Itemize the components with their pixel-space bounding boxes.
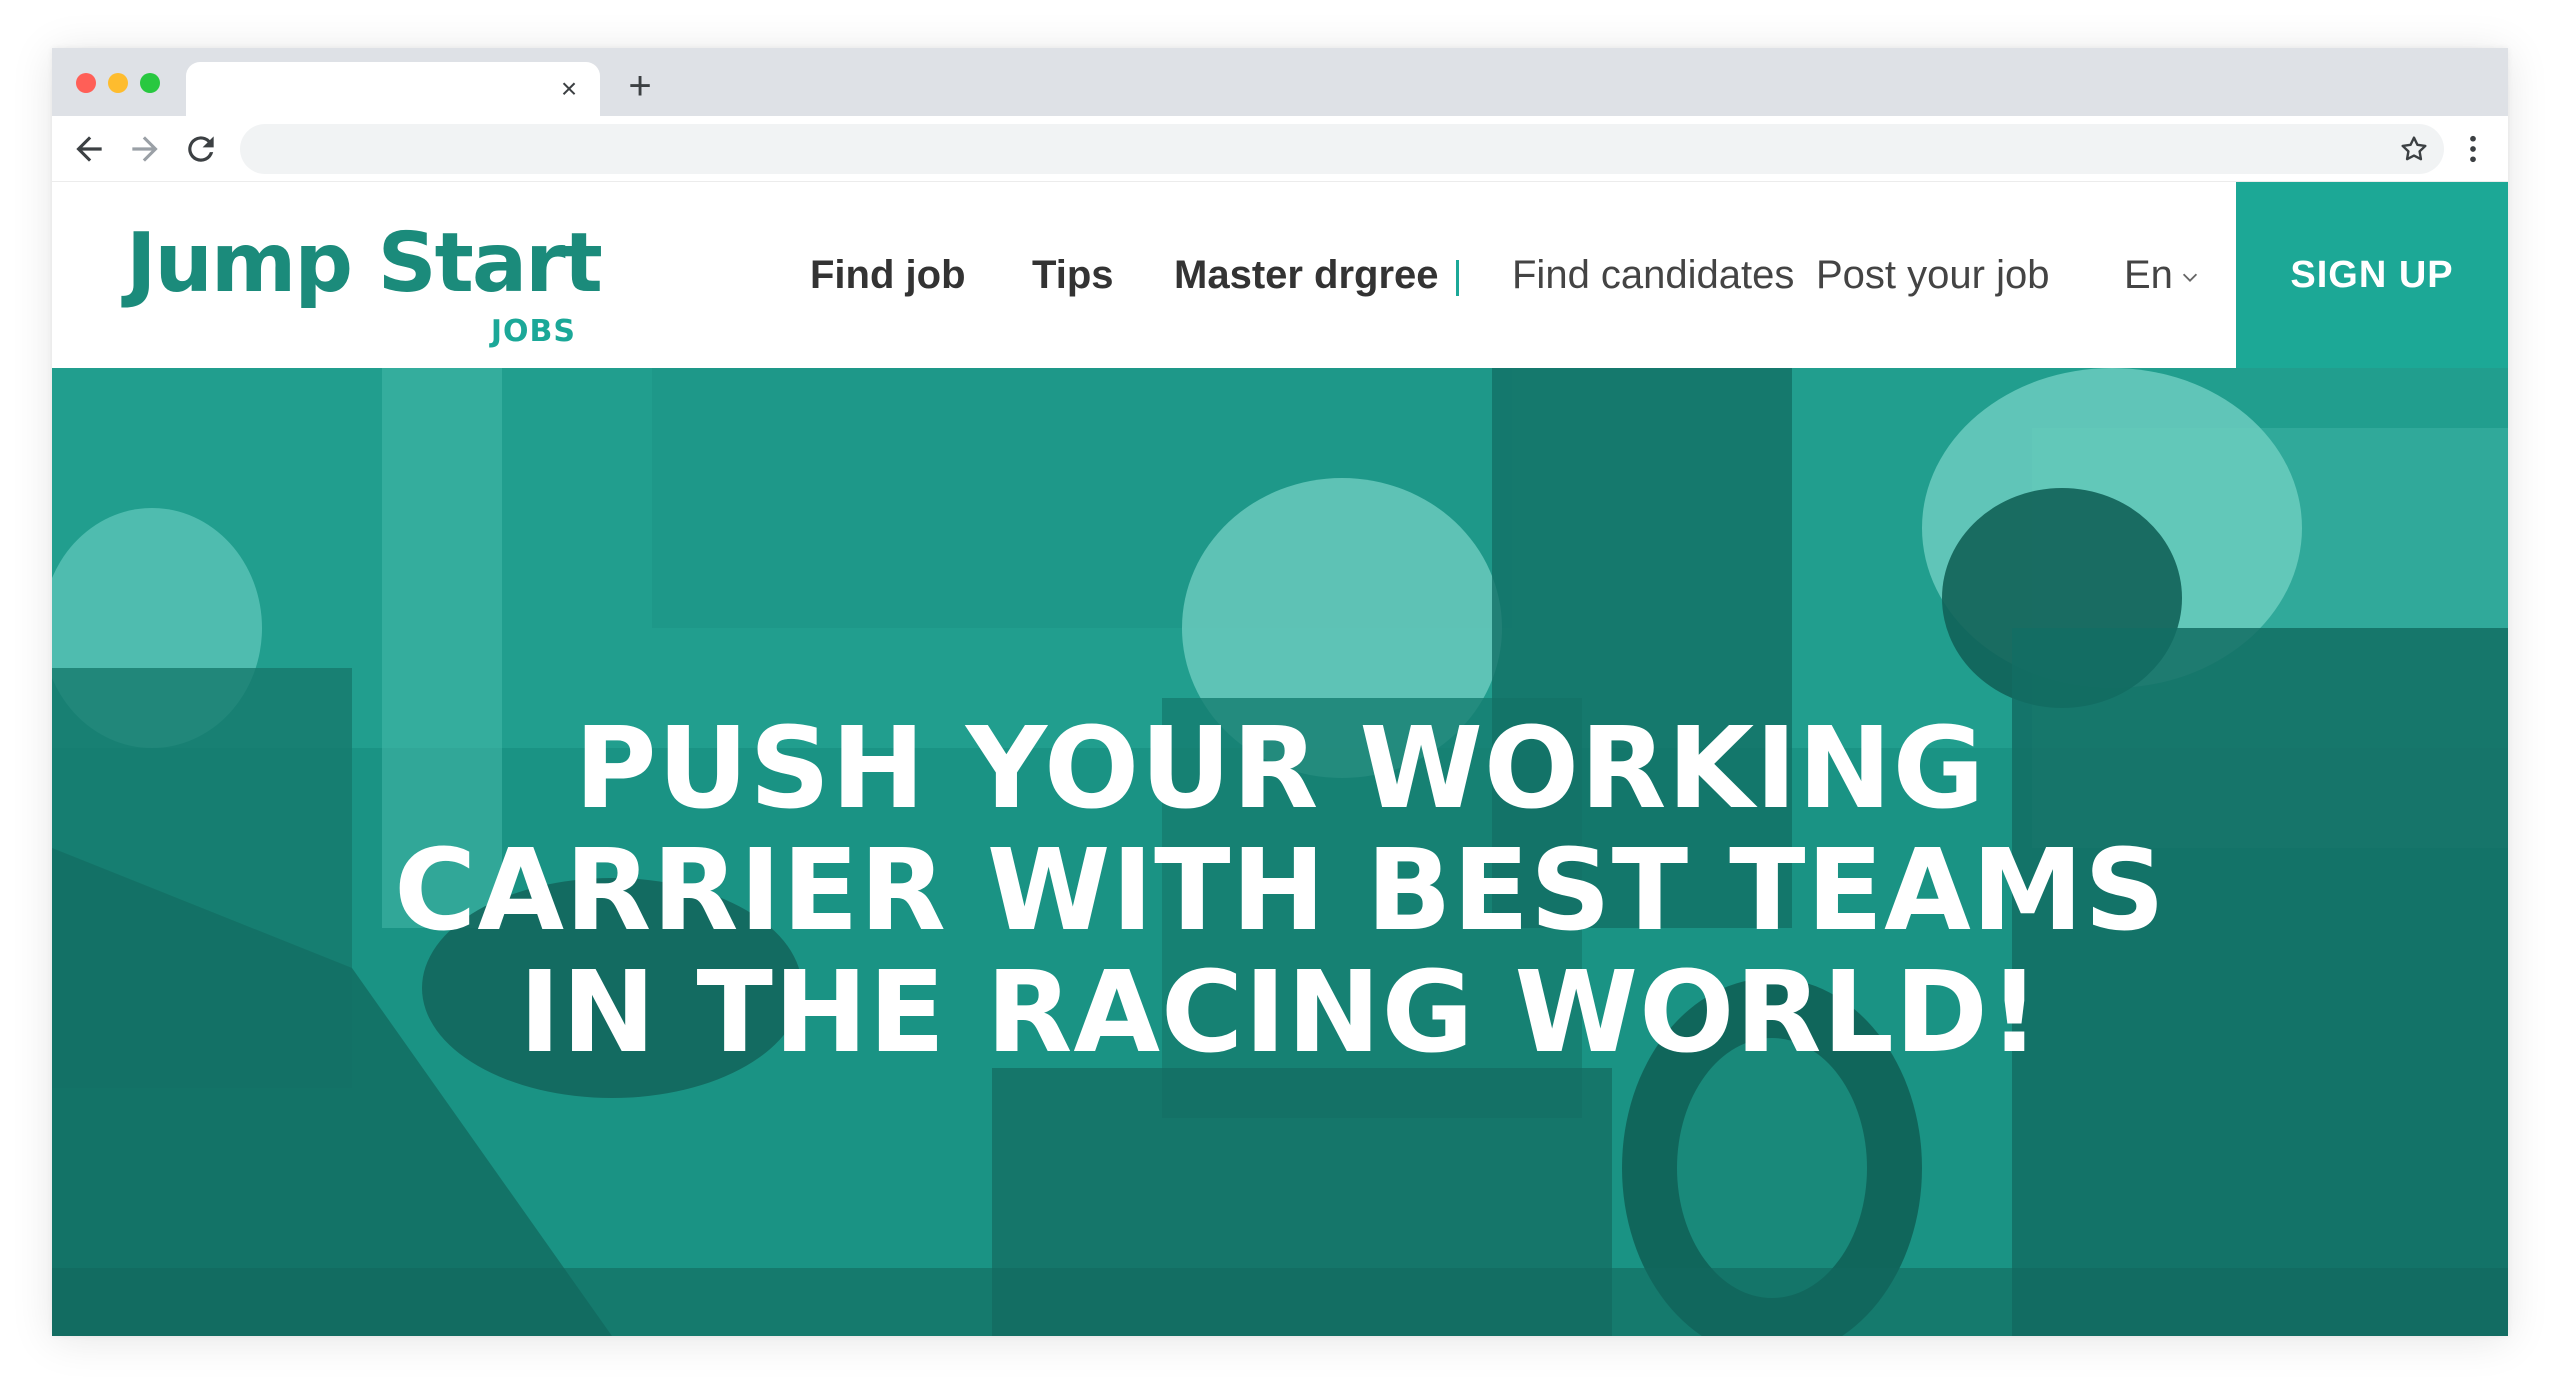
maximize-window-button[interactable]	[140, 73, 160, 93]
hero-headline-line-3: IN THE RACING WORLD!	[519, 948, 2041, 1078]
hero-banner: PUSH YOUR WORKING CARRIER WITH BEST TEAM…	[52, 368, 2508, 1336]
language-selector[interactable]: En	[2124, 182, 2201, 368]
sign-up-button[interactable]: SIGN UP	[2236, 182, 2508, 368]
minimize-window-button[interactable]	[108, 73, 128, 93]
hero-headline-line-2: CARRIER WITH BEST TEAMS	[394, 826, 2166, 956]
hero-headline-line-1: PUSH YOUR WORKING	[574, 704, 1986, 834]
new-tab-icon[interactable]: +	[618, 64, 662, 108]
site-header: Jump Start JOBS Find job Tips Master drg…	[52, 182, 2508, 368]
logo-main-text: Jump Start	[126, 216, 603, 311]
chevron-down-icon	[2173, 253, 2201, 297]
nav-divider	[1456, 260, 1459, 296]
bookmark-star-icon[interactable]	[2398, 133, 2430, 165]
logo-sub-text: JOBS	[490, 314, 576, 349]
hero-headline: PUSH YOUR WORKING CARRIER WITH BEST TEAM…	[52, 708, 2508, 1074]
nav-post-job[interactable]: Post your job	[1816, 182, 2049, 368]
more-menu-icon[interactable]	[2454, 130, 2492, 168]
language-label: En	[2124, 253, 2173, 297]
reload-icon[interactable]	[182, 130, 220, 168]
nav-master-degree[interactable]: Master drgree	[1174, 182, 1439, 368]
back-arrow-icon[interactable]	[70, 130, 108, 168]
browser-window: × + Jump Start JOBS Find job Tips Master…	[52, 48, 2508, 1336]
active-tab[interactable]: ×	[186, 62, 600, 116]
site-logo[interactable]: Jump Start JOBS	[126, 200, 603, 350]
browser-toolbar	[52, 116, 2508, 182]
forward-arrow-icon[interactable]	[126, 130, 164, 168]
nav-find-candidates[interactable]: Find candidates	[1512, 182, 1794, 368]
address-input[interactable]	[264, 124, 2364, 174]
tab-strip: × +	[52, 48, 2508, 116]
nav-find-job[interactable]: Find job	[810, 182, 966, 368]
close-window-button[interactable]	[76, 73, 96, 93]
tab-close-icon[interactable]: ×	[552, 72, 586, 106]
nav-tips[interactable]: Tips	[1032, 182, 1114, 368]
address-bar[interactable]	[240, 124, 2444, 174]
